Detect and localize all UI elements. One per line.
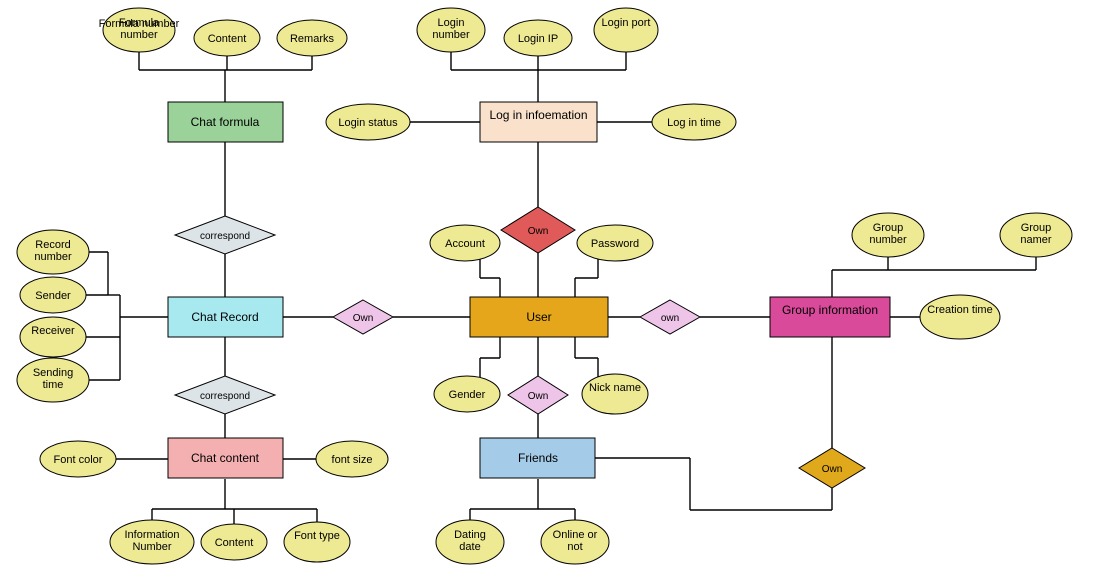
- attr-formula-number-label2: Formula number: [110, 17, 168, 41]
- rel-own-login: Own: [501, 207, 575, 253]
- attr-group-namer: Group namer: [1000, 213, 1072, 257]
- attr-dating-date: Dating date: [436, 520, 504, 564]
- entity-log-in-info-label: Log in infoemation: [482, 108, 595, 122]
- attr-content-label: Content: [215, 537, 254, 549]
- attr-creation-time: Creation time: [920, 295, 1000, 339]
- attr-sender-label: Sender: [35, 290, 71, 302]
- attr-login-ip: Login IP: [504, 20, 572, 56]
- rel-correspond2: correspond: [175, 376, 275, 414]
- attr-online-or-not-label: Online or not: [547, 529, 603, 553]
- attr-font-type-label: Font type: [290, 530, 344, 542]
- rel-own-login-label: Own: [528, 226, 549, 237]
- entity-group-info-label: Group information: [772, 303, 888, 317]
- attr-login-status-label: Login status: [338, 117, 398, 129]
- attr-sender: Sender: [20, 277, 86, 313]
- rel-correspond2-label: correspond: [200, 391, 250, 402]
- rel-own-friends-group-label: Own: [822, 464, 843, 475]
- entity-friends-label: Friends: [518, 451, 558, 465]
- attr-dating-date-label: Dating date: [442, 529, 498, 553]
- er-diagram: Formula number Formula number Content Re…: [0, 0, 1120, 582]
- attr-record-number: Record number: [17, 230, 89, 274]
- rel-correspond1-label: correspond: [200, 231, 250, 242]
- attr-formula-number: Formula number Formula number: [99, 8, 180, 52]
- entity-chat-record-label: Chat Record: [191, 310, 258, 324]
- attr-login-time: Log in time: [652, 104, 736, 140]
- attr-online-or-not: Online or not: [541, 520, 609, 564]
- entity-chat-formula: Chat formula: [168, 102, 283, 142]
- attributes-group: Formula number Formula number Content Re…: [17, 8, 1072, 564]
- attr-account: Account: [430, 225, 500, 261]
- attr-password-label: Password: [591, 238, 639, 250]
- entity-chat-content-label: Chat content: [191, 451, 260, 465]
- entity-chat-formula-label: Chat formula: [191, 115, 260, 129]
- attr-font-size-label: font size: [332, 454, 373, 466]
- attr-gender: Gender: [434, 376, 500, 412]
- attr-group-namer-label: Group namer: [1006, 222, 1066, 246]
- attr-account-label: Account: [445, 238, 485, 250]
- attr-creation-time-label: Creation time: [926, 304, 994, 316]
- attr-receiver: Receiver: [20, 317, 86, 357]
- attr-group-number: Group number: [852, 213, 924, 257]
- entity-chat-content: Chat content: [168, 438, 283, 478]
- attr-nick-name-label: Nick name: [588, 382, 642, 394]
- entity-chat-record: Chat Record: [168, 297, 283, 337]
- rel-own-chat-label: Own: [353, 313, 374, 324]
- rel-own-group-label: own: [661, 313, 679, 324]
- attr-formula-remarks-label: Remarks: [290, 33, 335, 45]
- attr-font-color-label: Font color: [54, 454, 103, 466]
- attr-info-number-label: Information Number: [116, 529, 188, 553]
- entity-group-info: Group information: [770, 297, 890, 337]
- attr-password: Password: [577, 225, 653, 261]
- attr-login-port-label: Login port: [600, 17, 652, 29]
- rel-own-friends-label: Own: [528, 391, 549, 402]
- entity-user-label: User: [526, 310, 551, 324]
- attr-group-number-label: Group number: [858, 222, 918, 246]
- attr-font-color: Font color: [40, 441, 116, 477]
- rel-own-friends: Own: [508, 376, 568, 414]
- attr-login-port: Login port: [594, 8, 658, 52]
- attr-formula-content-label: Content: [208, 33, 247, 45]
- entities-group: Chat formula Log in infoemation Chat Rec…: [168, 102, 890, 478]
- entity-friends: Friends: [480, 438, 595, 478]
- entity-user: User: [470, 297, 608, 337]
- attr-formula-content: Content: [194, 20, 260, 56]
- rel-own-friends-group: Own: [799, 448, 865, 488]
- attr-login-status: Login status: [326, 104, 410, 140]
- attr-gender-label: Gender: [449, 389, 486, 401]
- attr-login-ip-label: Login IP: [518, 33, 558, 45]
- rel-own-chat: Own: [333, 300, 393, 334]
- attr-login-number-label: Login number: [423, 17, 479, 41]
- attr-info-number: Information Number: [110, 520, 194, 564]
- attr-record-number-label: Record number: [23, 239, 83, 263]
- attr-sending-time-label: Sending time: [23, 367, 83, 391]
- attr-login-time-label: Log in time: [667, 117, 721, 129]
- rel-correspond1: correspond: [175, 216, 275, 254]
- attr-nick-name: Nick name: [582, 374, 648, 414]
- attr-login-number: Login number: [417, 8, 485, 52]
- attr-receiver-label: Receiver: [25, 325, 81, 337]
- entity-log-in-info: Log in infoemation: [480, 102, 597, 142]
- attr-font-type: Font type: [284, 522, 350, 562]
- attr-sending-time: Sending time: [17, 358, 89, 402]
- rel-own-group: own: [640, 300, 700, 334]
- attr-formula-remarks: Remarks: [277, 20, 347, 56]
- attr-content: Content: [201, 524, 267, 560]
- attr-font-size: font size: [316, 441, 388, 477]
